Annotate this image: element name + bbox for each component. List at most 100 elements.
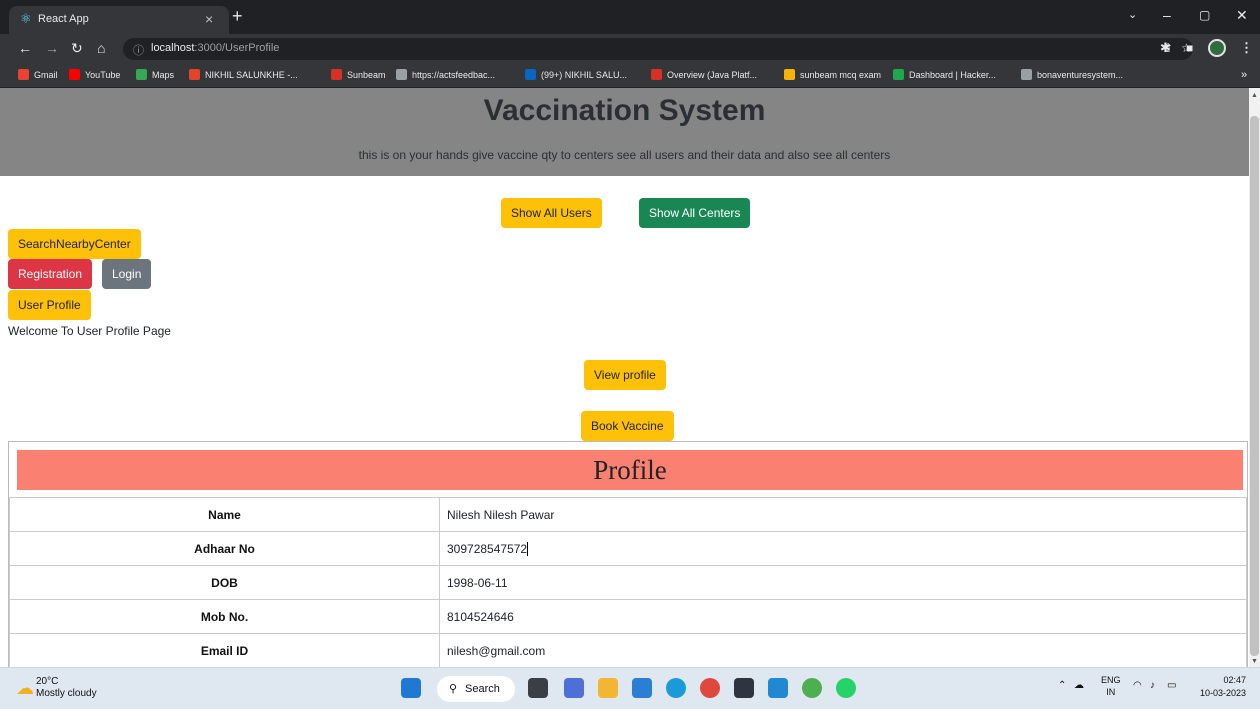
mail-icon[interactable] (632, 678, 652, 698)
scroll-down-icon[interactable]: ▼ (1251, 658, 1258, 665)
tab-search-icon[interactable]: ⌄ (1128, 8, 1137, 22)
windows-start-icon[interactable] (401, 678, 421, 698)
show-all-centers-button[interactable]: Show All Centers (639, 198, 751, 228)
weather-condition: Mostly cloudy (36, 688, 97, 699)
show-all-users-button[interactable]: Show All Users (501, 198, 602, 228)
restore-icon[interactable]: ▢ (1199, 8, 1210, 22)
bookmark-hackerrank[interactable]: Dashboard | Hacker... (893, 69, 996, 80)
onedrive-icon[interactable]: ☁ (1074, 680, 1084, 691)
bookmarks-overflow-icon[interactable]: » (1241, 69, 1247, 81)
mobile-value: 8104524646 (439, 599, 1247, 634)
taskbar-search-label: Search (465, 683, 500, 695)
page-scrollbar[interactable]: ▲ ▼ (1249, 88, 1260, 667)
registration-button[interactable]: Registration (8, 259, 93, 289)
maps-icon (136, 69, 147, 80)
bookmark-gmail[interactable]: Gmail (18, 69, 58, 80)
scroll-up-icon[interactable]: ▲ (1251, 92, 1258, 99)
reload-icon[interactable]: ↻ (71, 40, 83, 56)
teams-icon[interactable] (564, 678, 584, 698)
globe-icon (1021, 69, 1032, 80)
language-indicator[interactable]: ENG IN (1101, 674, 1121, 698)
page-subtitle: this is on your hands give vaccine qty t… (358, 148, 891, 162)
chrome-icon[interactable] (700, 678, 720, 698)
exam-icon (784, 69, 795, 80)
user-profile-button[interactable]: User Profile (8, 290, 91, 320)
sunbeam-icon (331, 69, 342, 80)
profile-avatar[interactable] (1208, 39, 1226, 57)
new-tab-button[interactable]: + (232, 7, 243, 25)
clock-date: 10-03-2023 (1200, 688, 1247, 698)
vscode-icon[interactable] (768, 678, 788, 698)
menu-icon[interactable]: ⋮ (1240, 40, 1253, 56)
browser-toolbar: ← → ↻ ⌂ ⓘ localhost:3000/UserProfile ⇪ ☆… (0, 34, 1260, 64)
tab-title: React App (38, 13, 89, 25)
name-label: Name (9, 497, 440, 532)
bookmark-youtube[interactable]: YouTube (69, 69, 120, 80)
url-text: localhost:3000/UserProfile (151, 42, 280, 54)
address-bar[interactable]: ⓘ localhost:3000/UserProfile ⇪ ☆ (123, 38, 1193, 60)
table-row: Name Nilesh Nilesh Pawar (9, 497, 1247, 532)
page-viewport: Vaccination System this is on your hands… (0, 88, 1249, 667)
browser-tab[interactable]: ⚛ React App × (9, 6, 229, 34)
language-code: ENG (1101, 675, 1121, 685)
linkedin-icon (525, 69, 536, 80)
close-window-icon[interactable]: ✕ (1236, 8, 1248, 22)
dob-label: DOB (9, 565, 440, 600)
search-icon: ⚲ (449, 683, 458, 695)
table-row: Adhaar No 309728547572 (9, 531, 1247, 566)
table-row: Email ID nilesh@gmail.com (9, 633, 1247, 667)
weather-icon[interactable]: ☁ (16, 678, 34, 699)
book-vaccine-button[interactable]: Book Vaccine (581, 411, 674, 441)
battery-icon[interactable]: ▭ (1167, 680, 1176, 691)
wifi-icon[interactable]: ◠ (1133, 680, 1142, 691)
bookmark-linkedin[interactable]: (99+) NIKHIL SALU... (525, 69, 627, 80)
clock-time: 02:47 (1223, 675, 1247, 685)
bookmark-mcq-exam[interactable]: sunbeam mcq exam (784, 69, 881, 80)
bookmark-sunbeam[interactable]: Sunbeam (331, 69, 386, 80)
text-cursor (527, 541, 529, 556)
forward-icon[interactable]: → (45, 40, 59, 56)
table-row: DOB 1998-06-11 (9, 565, 1247, 600)
email-value: nilesh@gmail.com (439, 633, 1247, 667)
view-profile-button[interactable]: View profile (584, 360, 666, 390)
gitlab-icon (189, 69, 200, 80)
region-code: IN (1106, 687, 1116, 697)
tab-close-icon[interactable]: × (205, 11, 213, 27)
scrollbar-thumb[interactable] (1250, 116, 1259, 656)
table-row: Mob No. 8104524646 (9, 599, 1247, 634)
search-nearby-center-button[interactable]: SearchNearbyCenter (8, 229, 141, 259)
login-button[interactable]: Login (102, 259, 152, 289)
task-view-icon[interactable] (528, 678, 548, 698)
minimize-icon[interactable]: – (1163, 8, 1171, 22)
edge-icon[interactable] (666, 678, 686, 698)
adhaar-label: Adhaar No (9, 531, 440, 566)
bookmark-gitlab[interactable]: NIKHIL SALUNKHE -... (189, 69, 298, 80)
home-icon[interactable]: ⌂ (97, 40, 105, 56)
weather-widget[interactable]: 20°C Mostly cloudy (36, 676, 97, 700)
profile-card: Profile Name Nilesh Nilesh Pawar Adhaar … (8, 441, 1248, 667)
extensions-icon[interactable]: ✱ (1160, 40, 1171, 56)
globe-icon (396, 69, 407, 80)
tray-overflow-icon[interactable]: ⌃ (1058, 680, 1066, 691)
back-icon[interactable]: ← (18, 40, 32, 56)
dob-value: 1998-06-11 (439, 565, 1247, 600)
bookmark-java-overview[interactable]: Overview (Java Platf... (651, 69, 757, 80)
youtube-icon (69, 69, 80, 80)
taskbar-search[interactable]: ⚲ Search (437, 676, 515, 702)
hero-banner: Vaccination System this is on your hands… (0, 88, 1249, 176)
side-panel-icon[interactable]: ■ (1186, 40, 1193, 56)
taskbar-clock[interactable]: 02:47 10-03-2023 (1200, 674, 1246, 700)
file-explorer-icon[interactable] (598, 678, 618, 698)
mongodb-compass-icon[interactable] (802, 678, 822, 698)
terminal-icon[interactable] (734, 678, 754, 698)
profile-heading: Profile (17, 450, 1243, 490)
site-info-icon[interactable]: ⓘ (133, 42, 144, 58)
page-title: Vaccination System (483, 94, 766, 127)
bookmark-maps[interactable]: Maps (136, 69, 174, 80)
whatsapp-icon[interactable] (836, 678, 856, 698)
bookmark-bonaventure[interactable]: bonaventuresystem... (1021, 69, 1123, 80)
bookmark-actsfeedback[interactable]: https://actsfeedbac... (396, 69, 495, 80)
hackerrank-icon (893, 69, 904, 80)
volume-icon[interactable]: ♪ (1150, 680, 1155, 691)
oracle-icon (651, 69, 662, 80)
